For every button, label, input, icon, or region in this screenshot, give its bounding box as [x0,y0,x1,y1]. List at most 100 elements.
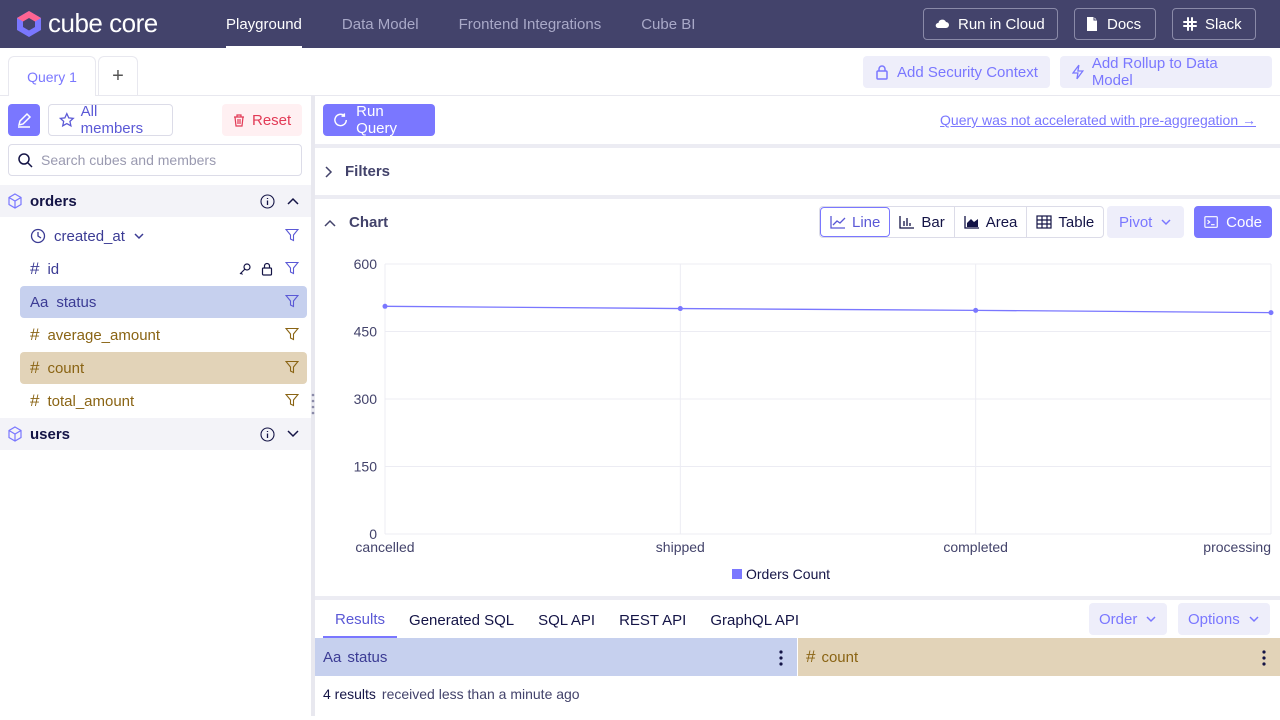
chevron-down-icon[interactable] [133,231,145,241]
nav-playground[interactable]: Playground [206,0,322,48]
preaggregation-link[interactable]: Query was not accelerated with pre-aggre… [940,112,1256,128]
column-header-count[interactable]: # count [798,638,1280,676]
chevron-up-icon[interactable] [286,195,300,207]
member-label: id [47,260,60,278]
top-navbar: cube core Playground Data Model Frontend… [0,0,1280,48]
y-tick-label: 600 [354,256,378,272]
nav-cube-bi[interactable]: Cube BI [621,0,715,48]
kebab-menu-icon[interactable] [779,650,783,666]
clock-icon [30,228,46,244]
chart-type-bar[interactable]: Bar [890,207,955,237]
data-point[interactable] [677,306,683,312]
member-count[interactable]: # count [20,352,307,384]
code-button[interactable]: Code [1194,206,1272,238]
main-panel: Run Query Query was not accelerated with… [315,96,1280,716]
filter-icon[interactable] [285,360,299,374]
main-nav: Playground Data Model Frontend Integrati… [206,0,715,48]
tab-graphql-api[interactable]: GraphQL API [698,602,811,638]
add-security-context-button[interactable]: Add Security Context [863,56,1050,88]
options-dropdown[interactable]: Options [1178,603,1270,635]
data-point[interactable] [1268,310,1274,316]
tab-sql-api[interactable]: SQL API [526,602,607,638]
add-security-context-label: Add Security Context [897,63,1038,81]
chart-type-table[interactable]: Table [1027,207,1103,237]
chart-type-label: Area [985,213,1018,231]
results-count: 4 results [323,686,376,702]
cube-orders[interactable]: orders [0,185,311,217]
cube-logo[interactable]: cube core [16,8,158,39]
chart-type-area[interactable]: Area [955,207,1028,237]
query-tab[interactable]: Query 1 [8,56,96,96]
edit-button[interactable] [8,104,40,136]
member-created-at[interactable]: created_at [20,220,307,252]
chevron-down-icon [1249,616,1259,623]
member-id[interactable]: # id [20,253,307,285]
run-in-cloud-button[interactable]: Run in Cloud [923,8,1058,40]
search-field[interactable]: Search cubes and members [8,144,302,176]
reset-button[interactable]: Reset [222,104,302,136]
tab-rest-api[interactable]: REST API [607,602,698,638]
filter-icon[interactable] [285,228,299,242]
chart-toggle[interactable]: Chart [323,214,388,231]
nav-data-model[interactable]: Data Model [322,0,439,48]
chart-type-label: Line [852,213,881,231]
filter-icon[interactable] [285,393,299,407]
area-chart-icon [964,216,979,229]
query-tab-row: Query 1 + Add Security Context Add Rollu… [0,48,1280,96]
slack-button[interactable]: Slack [1172,8,1256,40]
member-total-amount[interactable]: # total_amount [20,385,307,417]
run-query-label: Run Query [356,103,398,137]
filter-icon[interactable] [285,294,299,308]
order-dropdown[interactable]: Order [1089,603,1168,635]
chart-type-label: Bar [921,213,945,231]
legend-label[interactable]: Orders Count [746,566,830,582]
data-point[interactable] [973,307,979,313]
docs-button[interactable]: Docs [1074,8,1156,40]
hash-icon: # [30,325,40,344]
info-icon[interactable] [260,427,275,442]
filter-icon[interactable] [285,327,299,341]
cube-icon [8,426,22,442]
key-icon [239,263,251,275]
lock-icon [876,65,888,80]
hash-icon: # [806,647,816,666]
y-tick-label: 300 [354,391,378,407]
info-icon[interactable] [260,194,275,209]
lightning-icon [1072,64,1084,80]
filters-label: Filters [345,163,391,180]
run-query-button[interactable]: Run Query [323,103,435,137]
divider [315,195,1280,199]
refresh-icon [334,113,347,127]
table-icon [1036,215,1052,229]
chevron-down-icon [1146,616,1156,623]
results-footer: 4 results received less than a minute ag… [323,686,580,702]
add-rollup-button[interactable]: Add Rollup to Data Model [1060,55,1272,89]
filter-icon[interactable] [285,261,299,275]
chart-type-switcher: Line Bar Area Table [819,206,1105,238]
star-icon [59,112,75,128]
data-point[interactable] [382,303,388,309]
chart-type-line[interactable]: Line [820,207,891,237]
member-status[interactable]: Aa status [20,286,307,318]
hash-icon: # [30,391,40,410]
kebab-menu-icon[interactable] [1262,650,1266,666]
pencil-icon [17,112,32,128]
pivot-label: Pivot [1119,213,1153,231]
chevron-down-icon[interactable] [286,428,300,440]
divider [315,144,1280,148]
sidebar: All members Reset Search cubes and membe… [0,96,312,716]
nav-frontend-integrations[interactable]: Frontend Integrations [439,0,622,48]
pivot-dropdown[interactable]: Pivot [1107,206,1185,238]
cube-users[interactable]: users [0,418,311,450]
slack-icon [1183,17,1197,31]
tab-generated-sql[interactable]: Generated SQL [397,602,526,638]
tab-results[interactable]: Results [323,602,398,638]
column-header-status[interactable]: Aa status [315,638,797,676]
chart-type-label: Table [1058,213,1095,231]
filters-toggle[interactable]: Filters [323,163,390,180]
string-type-icon: Aa [323,648,342,666]
member-average-amount[interactable]: # average_amount [20,319,307,351]
results-time: received less than a minute ago [381,686,580,702]
add-query-tab-button[interactable]: + [98,56,138,96]
all-members-button[interactable]: All members [48,103,173,137]
